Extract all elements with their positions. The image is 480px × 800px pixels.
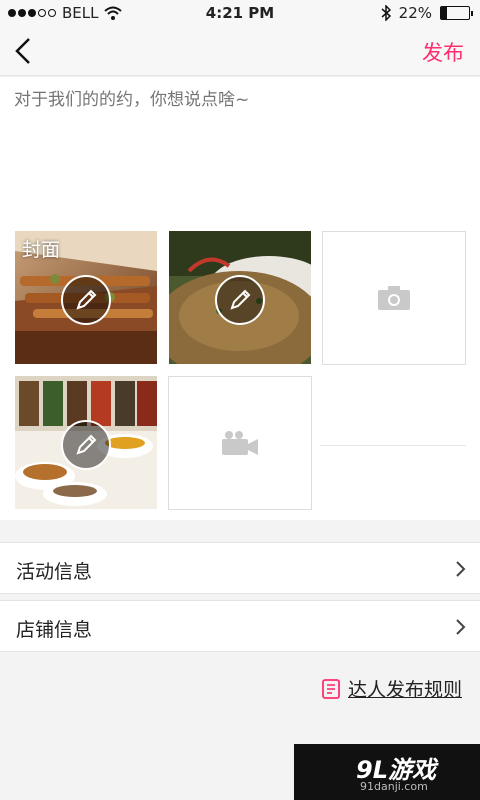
watermark: 9L游戏 91danji.com: [294, 744, 480, 800]
status-right: 22%: [381, 4, 473, 22]
photo-thumbnail[interactable]: 封面: [15, 231, 157, 364]
chevron-right-icon: [456, 619, 466, 635]
post-text-input[interactable]: [14, 85, 466, 215]
photo-thumbnail[interactable]: [169, 231, 311, 364]
photo-thumbnail[interactable]: [15, 376, 157, 509]
camera-icon: [378, 286, 410, 310]
store-info-row[interactable]: 店铺信息: [0, 600, 480, 652]
nav-bar: 发布: [0, 26, 480, 76]
watermark-url: 91danji.com: [360, 780, 428, 793]
pencil-icon[interactable]: [61, 275, 111, 325]
add-video-button[interactable]: [168, 376, 312, 510]
video-camera-icon: [222, 431, 258, 455]
composer-card: 封面: [0, 77, 480, 520]
publish-rules-label: 达人发布规则: [347, 679, 462, 701]
pencil-icon[interactable]: [61, 420, 111, 470]
activity-info-row[interactable]: 活动信息: [0, 542, 480, 594]
battery-fill: [441, 7, 448, 19]
document-icon: [322, 678, 340, 699]
battery-percentage: 22%: [398, 4, 432, 22]
bluetooth-icon: [381, 5, 391, 21]
store-info-label: 店铺信息: [16, 619, 93, 641]
add-photo-button[interactable]: [322, 231, 466, 365]
status-bar: BELL 4:21 PM 22%: [0, 0, 480, 26]
activity-info-label: 活动信息: [16, 561, 93, 583]
chevron-right-icon: [456, 561, 466, 577]
battery-icon: [440, 6, 473, 20]
publish-rules-link[interactable]: 达人发布规则: [322, 675, 462, 702]
cover-label: 封面: [22, 239, 61, 261]
chevron-left-icon[interactable]: [12, 36, 36, 66]
pencil-icon[interactable]: [215, 275, 265, 325]
grid-divider: [320, 445, 466, 446]
publish-button[interactable]: 发布: [422, 37, 464, 67]
